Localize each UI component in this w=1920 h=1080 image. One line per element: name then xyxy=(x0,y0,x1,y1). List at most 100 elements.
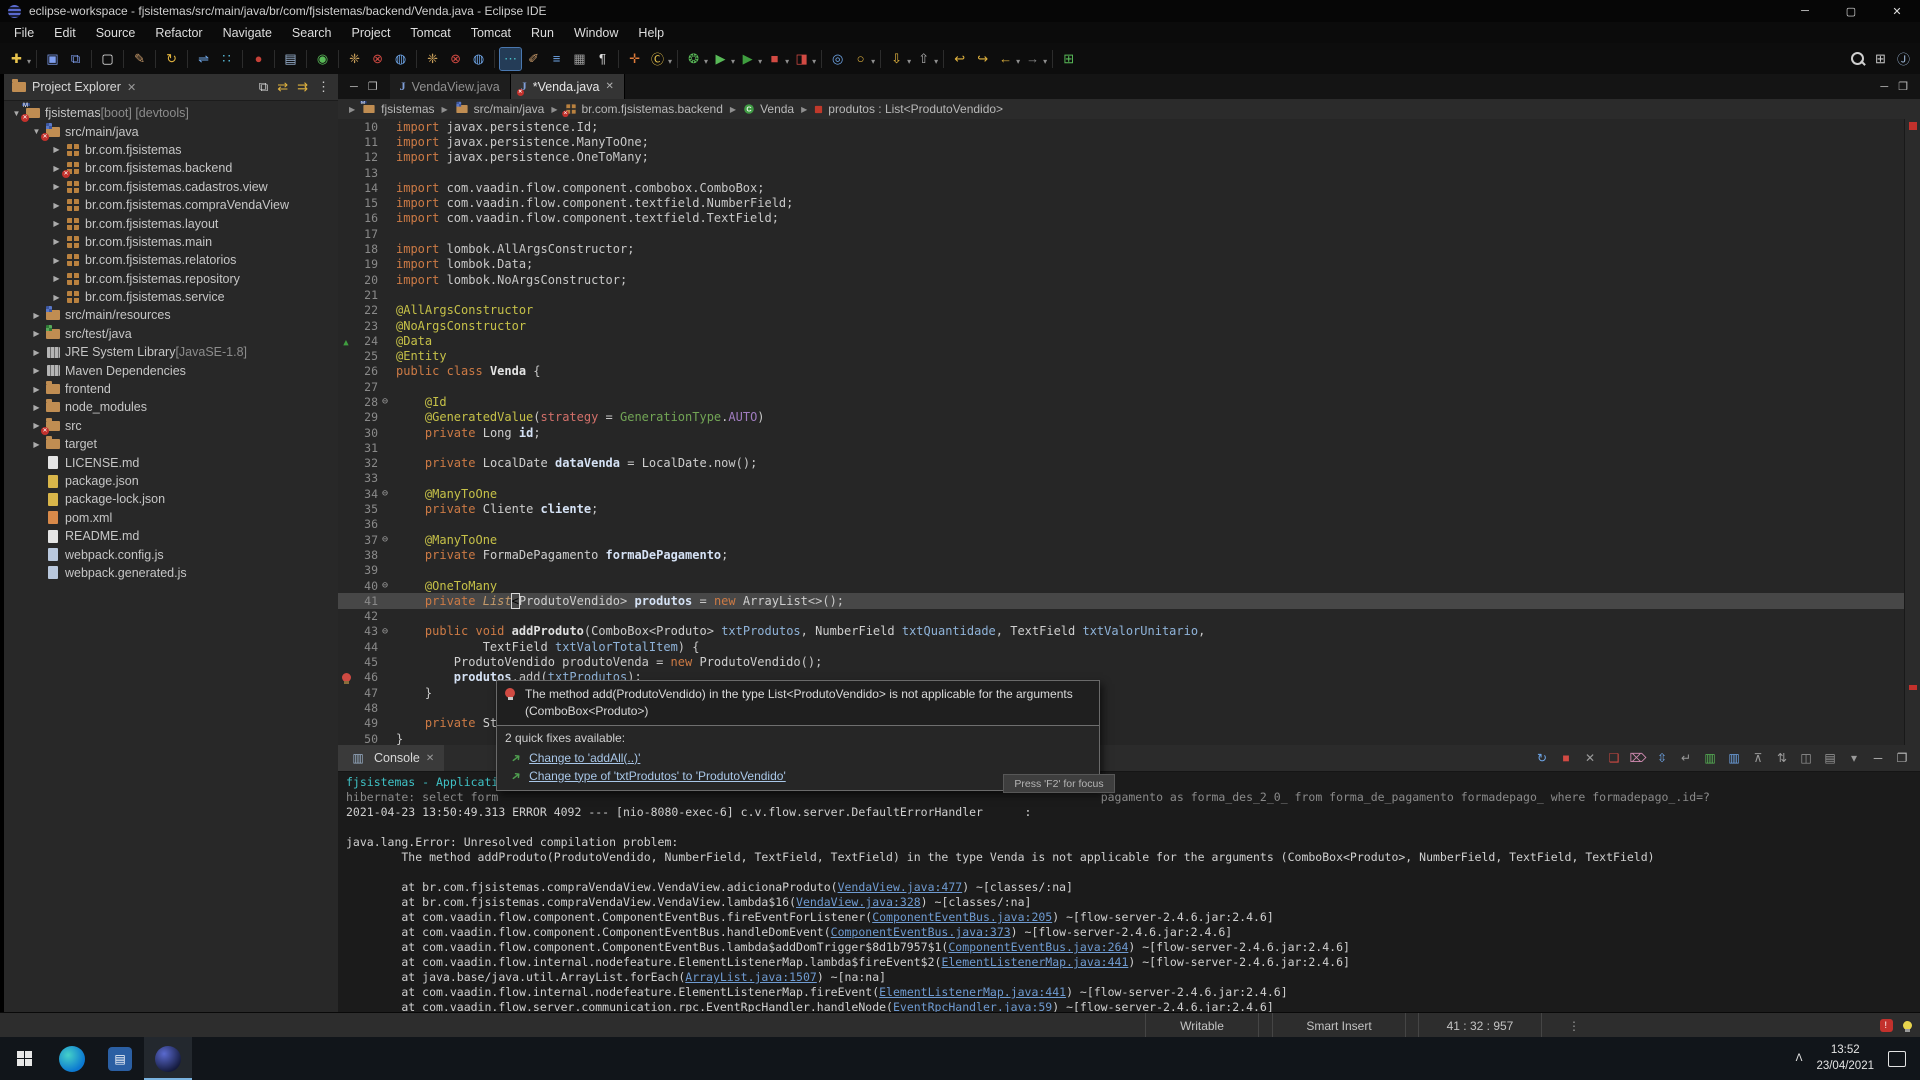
code-line-23[interactable]: 23@NoArgsConstructor xyxy=(338,318,1904,333)
code-line-26[interactable]: 26public class Venda { xyxy=(338,364,1904,379)
import-button[interactable]: ⇩ xyxy=(886,48,907,70)
quickfix-link[interactable]: Change to 'addAll(..)' xyxy=(529,751,640,765)
tree-item-readme-md[interactable]: README.md xyxy=(4,527,338,545)
expand-arrow-icon[interactable]: ▶ xyxy=(50,274,63,283)
tip-of-day-icon[interactable] xyxy=(1903,1021,1912,1030)
coverage-dropdown-icon[interactable]: ▾ xyxy=(758,57,762,66)
code-editor[interactable]: 10import javax.persistence.Id;11import j… xyxy=(338,119,1904,745)
taskbar-edge-button[interactable] xyxy=(48,1037,96,1080)
expand-arrow-icon[interactable]: ▶ xyxy=(30,403,43,412)
menu-project[interactable]: Project xyxy=(342,24,401,42)
restore-welcome-button[interactable]: ⊞ xyxy=(1058,48,1079,70)
expand-arrow-icon[interactable]: ▶ xyxy=(30,311,43,320)
code-line-37[interactable]: 37⊖ @ManyToOne xyxy=(338,532,1904,547)
tree-item-webpack-config-js[interactable]: webpack.config.js xyxy=(4,545,338,563)
overview-ruler[interactable] xyxy=(1904,119,1920,745)
tray-chevron-icon[interactable]: ᐱ xyxy=(1796,1053,1803,1064)
code-line-12[interactable]: 12import javax.persistence.OneToMany; xyxy=(338,150,1904,165)
search-ring-dropdown-icon[interactable]: ▾ xyxy=(871,57,875,66)
expand-arrow-icon[interactable]: ▶ xyxy=(50,145,63,154)
code-line-42[interactable]: 42 xyxy=(338,609,1904,624)
debug-dropdown-icon[interactable]: ▾ xyxy=(704,57,708,66)
quickfix-link[interactable]: Change type of 'txtProdutos' to 'Produto… xyxy=(529,769,786,783)
expand-arrow-icon[interactable]: ▶ xyxy=(50,201,63,210)
tree-item-br-com-fjsistemas-repository[interactable]: ▶br.com.fjsistemas.repository xyxy=(4,270,338,288)
stop-button[interactable]: ■ xyxy=(764,48,785,70)
minimize-console-icon[interactable]: ─ xyxy=(1868,748,1888,768)
code-line-27[interactable]: 27 xyxy=(338,379,1904,394)
code-line-41[interactable]: 41 private List<ProdutoVendido> produtos… xyxy=(338,593,1904,608)
menu-run[interactable]: Run xyxy=(521,24,564,42)
coverage-button[interactable]: ▶ xyxy=(737,48,758,70)
view-list-icon[interactable]: ▤ xyxy=(1820,748,1840,768)
tree-item-pom-xml[interactable]: pom.xml xyxy=(4,509,338,527)
fold-icon[interactable]: ⊖ xyxy=(378,488,392,499)
tree-item-package-json[interactable]: package.json xyxy=(4,472,338,490)
start-button[interactable] xyxy=(0,1037,48,1080)
stack-trace-link[interactable]: ComponentEventBus.java:205 xyxy=(872,910,1052,924)
code-line-24[interactable]: ▲24@Data xyxy=(338,333,1904,348)
code-line-38[interactable]: 38 private FormaDePagamento formaDePagam… xyxy=(338,547,1904,562)
stack-trace-link[interactable]: ComponentEventBus.java:373 xyxy=(831,925,1011,939)
pin-console-icon[interactable]: ⊼ xyxy=(1748,748,1768,768)
open-console-icon[interactable]: ▥ xyxy=(1724,748,1744,768)
error-mark[interactable] xyxy=(1909,685,1917,690)
menu-tomcat[interactable]: Tomcat xyxy=(461,24,521,42)
menu-search[interactable]: Search xyxy=(282,24,342,42)
close-button[interactable]: ✕ xyxy=(1874,0,1920,22)
fold-icon[interactable]: ⊖ xyxy=(378,580,392,591)
run-button[interactable]: ▶ xyxy=(710,48,731,70)
code-line-22[interactable]: 22@AllArgsConstructor xyxy=(338,303,1904,318)
run-dropdown-icon[interactable]: ▾ xyxy=(731,57,735,66)
breadcrumb-item-src-main-java[interactable]: src/main/java xyxy=(455,102,545,116)
tree-item-jre-system-library[interactable]: ▶JRE System Library [JavaSE-1.8] xyxy=(4,343,338,361)
expand-arrow-icon[interactable]: ▶ xyxy=(30,348,43,357)
tomcat-stop-button[interactable]: ⊗ xyxy=(367,48,388,70)
console-view-button[interactable]: ⋯ xyxy=(500,48,521,70)
tree-item-node-modules[interactable]: ▶node_modules xyxy=(4,398,338,416)
link-with-editor-icon[interactable]: ⇄ xyxy=(277,79,288,95)
stack-trace-link[interactable]: VendaView.java:328 xyxy=(796,895,921,909)
menu-tomcat[interactable]: Tomcat xyxy=(400,24,460,42)
next-annotation-button[interactable]: ↪ xyxy=(972,48,993,70)
breadcrumb-item-br-com-fjsistemas-backend[interactable]: br.com.fjsistemas.backend xyxy=(565,102,723,116)
stack-trace-link[interactable]: ArrayList.java:1507 xyxy=(685,970,817,984)
export-button[interactable]: ⇧ xyxy=(913,48,934,70)
expand-arrow-icon[interactable]: ▶ xyxy=(30,366,43,375)
code-line-20[interactable]: 20import lombok.NoArgsConstructor; xyxy=(338,272,1904,287)
statusbar-menu-icon[interactable]: ⋮ xyxy=(1568,1013,1580,1038)
forward-dropdown-icon[interactable]: ▾ xyxy=(1043,57,1047,66)
tomcat-debug-button[interactable]: ❈ xyxy=(422,48,443,70)
search-magnifier-button[interactable] xyxy=(1847,48,1868,70)
tree-item-src-main-java[interactable]: ▼src/main/java xyxy=(4,122,338,140)
save-button[interactable]: ▣ xyxy=(42,48,63,70)
expand-arrow-icon[interactable]: ▶ xyxy=(50,164,63,173)
collapse-all-icon[interactable]: ⧉ xyxy=(259,79,268,95)
back-button[interactable]: ← xyxy=(995,48,1016,70)
format-button[interactable]: ≡ xyxy=(546,48,567,70)
tomcat-restart-button[interactable]: ◍ xyxy=(468,48,489,70)
debug-button[interactable]: ❂ xyxy=(683,48,704,70)
word-wrap-icon[interactable]: ↵ xyxy=(1676,748,1696,768)
tree-item-br-com-fjsistemas[interactable]: ▶br.com.fjsistemas xyxy=(4,141,338,159)
code-line-36[interactable]: 36 xyxy=(338,517,1904,532)
expand-arrow-icon[interactable]: ▶ xyxy=(50,256,63,265)
code-line-16[interactable]: 16import com.vaadin.flow.component.textf… xyxy=(338,211,1904,226)
menu-source[interactable]: Source xyxy=(86,24,146,42)
tab--venda-java[interactable]: J*Venda.java✕ xyxy=(511,74,625,99)
stack-trace-link[interactable]: ElementListenerMap.java:441 xyxy=(941,955,1128,969)
tab-console[interactable]: ▥ Console ✕ xyxy=(338,745,444,771)
expand-arrow-icon[interactable]: ▶ xyxy=(30,440,43,449)
code-line-34[interactable]: 34⊖ @ManyToOne xyxy=(338,486,1904,501)
maximize-console-icon[interactable]: ❐ xyxy=(1892,748,1912,768)
code-line-35[interactable]: 35 private Cliente cliente; xyxy=(338,501,1904,516)
tab-vendaview-java[interactable]: JVendaView.java xyxy=(390,74,511,99)
tree-item-webpack-generated-js[interactable]: webpack.generated.js xyxy=(4,564,338,582)
restore-view-icon[interactable]: ❐ xyxy=(368,80,378,93)
tree-item-br-com-fjsistemas-layout[interactable]: ▶br.com.fjsistemas.layout xyxy=(4,214,338,232)
console-refresh-icon[interactable]: ↻ xyxy=(1532,748,1552,768)
breadcrumb-item-fjsistemas[interactable]: fjsistemas xyxy=(362,102,434,116)
new-wizard-dropdown-icon[interactable]: ▾ xyxy=(27,57,31,66)
code-line-45[interactable]: 45 ProdutoVendido produtoVenda = new Pro… xyxy=(338,654,1904,669)
code-line-18[interactable]: 18import lombok.AllArgsConstructor; xyxy=(338,241,1904,256)
